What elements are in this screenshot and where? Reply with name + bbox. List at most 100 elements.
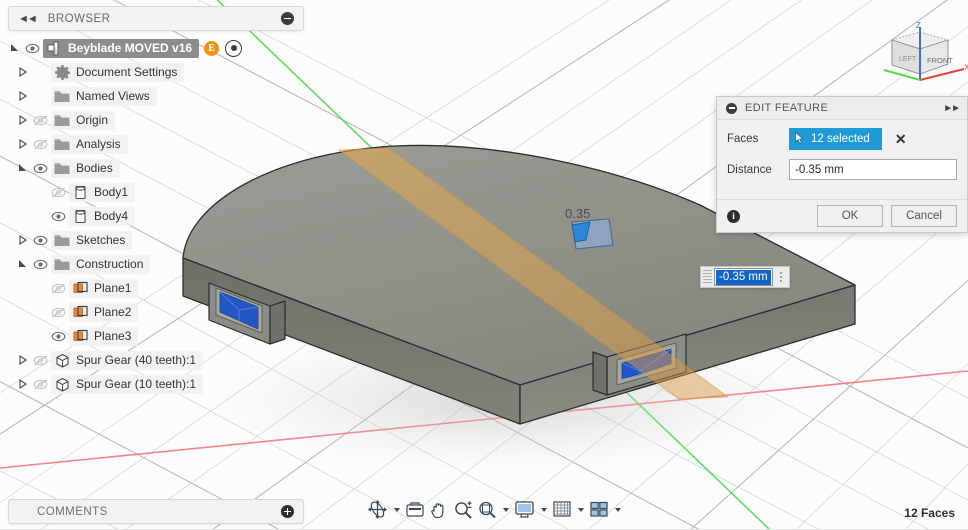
visibility-eye-icon[interactable] bbox=[30, 259, 51, 270]
status-faces-count: 12 Faces bbox=[904, 506, 955, 520]
visibility-eye-icon[interactable] bbox=[30, 163, 51, 174]
edit-feature-dialog[interactable]: EDIT FEATURE ►► Faces 12 selected ✕ Dist… bbox=[716, 96, 968, 233]
tree-row-spur-gear-10-teeth-1[interactable]: Spur Gear (10 teeth):1 bbox=[8, 372, 308, 396]
tree-row-document-settings[interactable]: Document Settings bbox=[8, 60, 308, 84]
expander-collapsed-icon[interactable] bbox=[16, 235, 30, 245]
visibility-eye-off-icon[interactable] bbox=[48, 283, 69, 294]
tree-item-label: Body1 bbox=[94, 185, 129, 199]
orbit-icon[interactable] bbox=[366, 497, 389, 522]
distance-field-row: Distance -0.35 mm bbox=[727, 159, 957, 180]
distance-label: Distance bbox=[727, 163, 772, 176]
collapse-left-icon[interactable]: ◄◄ bbox=[18, 13, 38, 25]
minus-icon[interactable] bbox=[281, 12, 294, 25]
info-icon[interactable]: i bbox=[727, 209, 740, 223]
body-icon bbox=[69, 209, 91, 224]
dialog-title: EDIT FEATURE bbox=[745, 102, 829, 114]
drag-grip-icon[interactable] bbox=[703, 270, 712, 284]
comments-panel[interactable]: COMMENTS bbox=[8, 499, 304, 524]
tree-row-analysis[interactable]: Analysis bbox=[8, 132, 308, 156]
tree-row-bodies[interactable]: Bodies bbox=[8, 156, 308, 180]
tree-row-body1[interactable]: Body1 bbox=[8, 180, 308, 204]
viewports-icon[interactable] bbox=[588, 498, 610, 521]
tree-row-plane2[interactable]: Plane2 bbox=[8, 300, 308, 324]
display-settings-icon[interactable] bbox=[513, 498, 536, 521]
visibility-eye-off-icon[interactable] bbox=[30, 139, 51, 150]
expander-expanded-icon[interactable] bbox=[16, 163, 30, 173]
zoom-icon[interactable] bbox=[452, 498, 474, 522]
faces-label: Faces bbox=[727, 133, 759, 145]
ok-button[interactable]: OK bbox=[817, 205, 883, 227]
grid-snaps-icon[interactable] bbox=[551, 498, 573, 521]
tab-right-side bbox=[592, 351, 608, 396]
minus-icon[interactable] bbox=[726, 102, 737, 114]
chevron-down-icon[interactable] bbox=[503, 507, 509, 512]
faces-field-row: Faces 12 selected ✕ bbox=[727, 128, 957, 150]
tree-row-plane3[interactable]: Plane3 bbox=[8, 324, 308, 348]
expander-collapsed-icon[interactable] bbox=[16, 139, 30, 149]
browser-tree[interactable]: Beyblade MOVED v16 E Document Settings Na… bbox=[8, 36, 308, 396]
expand-right-icon[interactable]: ►► bbox=[943, 103, 961, 114]
tree-item-label: Analysis bbox=[76, 137, 121, 151]
distance-input[interactable]: -0.35 mm bbox=[789, 159, 957, 180]
comments-title: COMMENTS bbox=[37, 505, 108, 518]
tree-row-root[interactable]: Beyblade MOVED v16 E bbox=[8, 36, 308, 60]
plus-icon[interactable] bbox=[281, 505, 294, 518]
tree-item-label: Origin bbox=[76, 113, 109, 127]
browser-panel-header[interactable]: ◄◄ BROWSER bbox=[8, 6, 304, 31]
plane-icon bbox=[69, 305, 91, 320]
tree-row-named-views[interactable]: Named Views bbox=[8, 84, 308, 108]
chevron-down-icon[interactable] bbox=[394, 507, 400, 512]
chevron-down-icon[interactable] bbox=[578, 507, 584, 512]
activate-component-icon[interactable] bbox=[225, 39, 243, 57]
expander-expanded-icon[interactable] bbox=[16, 259, 30, 269]
look-at-icon[interactable] bbox=[404, 498, 426, 522]
selected-face-marker bbox=[571, 218, 614, 250]
expander-collapsed-icon[interactable] bbox=[16, 115, 30, 125]
fusion360-window: FRONT LEFT Z X 0.35 -0.35 mm ◄◄ BROWSER bbox=[0, 0, 968, 530]
expander-collapsed-icon[interactable] bbox=[16, 355, 30, 365]
canvas-dimension-field[interactable]: -0.35 mm bbox=[714, 268, 773, 286]
folder-icon bbox=[51, 138, 73, 151]
chevron-down-icon[interactable] bbox=[615, 507, 621, 512]
viewcube-z-label: Z bbox=[916, 21, 921, 30]
tree-row-spur-gear-40-teeth-1[interactable]: Spur Gear (40 teeth):1 bbox=[8, 348, 308, 372]
tree-row-plane1[interactable]: Plane1 bbox=[8, 276, 308, 300]
visibility-eye-off-icon[interactable] bbox=[30, 355, 51, 366]
faces-selection-button[interactable]: 12 selected bbox=[789, 128, 882, 150]
chevron-down-icon[interactable] bbox=[541, 507, 547, 512]
tree-root-label: Beyblade MOVED v16 bbox=[68, 41, 193, 55]
dialog-titlebar[interactable]: EDIT FEATURE ►► bbox=[717, 97, 967, 120]
visibility-eye-icon[interactable] bbox=[48, 211, 69, 222]
tree-row-construction[interactable]: Construction bbox=[8, 252, 308, 276]
visibility-eye-icon[interactable] bbox=[48, 331, 69, 342]
canvas-dimension-input[interactable]: -0.35 mm bbox=[700, 266, 790, 288]
folder-icon bbox=[51, 114, 73, 127]
navigation-toolbar[interactable] bbox=[366, 497, 623, 522]
visibility-eye-off-icon[interactable] bbox=[48, 307, 69, 318]
zoom-window-icon[interactable] bbox=[476, 498, 498, 522]
plane-icon bbox=[69, 329, 91, 344]
tree-row-origin[interactable]: Origin bbox=[8, 108, 308, 132]
tree-row-body4[interactable]: Body4 bbox=[8, 204, 308, 228]
visibility-eye-icon[interactable] bbox=[30, 235, 51, 246]
expander-collapsed-icon[interactable] bbox=[16, 67, 30, 77]
tree-item-label: Bodies bbox=[76, 161, 113, 175]
visibility-eye-off-icon[interactable] bbox=[30, 115, 51, 126]
visibility-eye-off-icon[interactable] bbox=[48, 187, 69, 198]
x-icon[interactable]: ✕ bbox=[895, 131, 907, 148]
gear-icon bbox=[51, 64, 73, 80]
component-icon bbox=[43, 41, 65, 56]
cancel-button[interactable]: Cancel bbox=[891, 205, 957, 227]
more-options-icon[interactable] bbox=[775, 272, 787, 282]
expander-collapsed-icon[interactable] bbox=[16, 91, 30, 101]
visibility-eye-icon[interactable] bbox=[22, 43, 43, 54]
tree-item-label: Construction bbox=[76, 257, 144, 271]
tree-row-sketches[interactable]: Sketches bbox=[8, 228, 308, 252]
pan-hand-icon[interactable] bbox=[428, 498, 450, 522]
expander-collapsed-icon[interactable] bbox=[16, 379, 30, 389]
body-icon bbox=[69, 185, 91, 200]
expander-expanded-icon[interactable] bbox=[8, 43, 22, 53]
visibility-eye-off-icon[interactable] bbox=[30, 379, 51, 390]
browser-title: BROWSER bbox=[47, 12, 111, 25]
component-cube-icon bbox=[51, 353, 73, 368]
